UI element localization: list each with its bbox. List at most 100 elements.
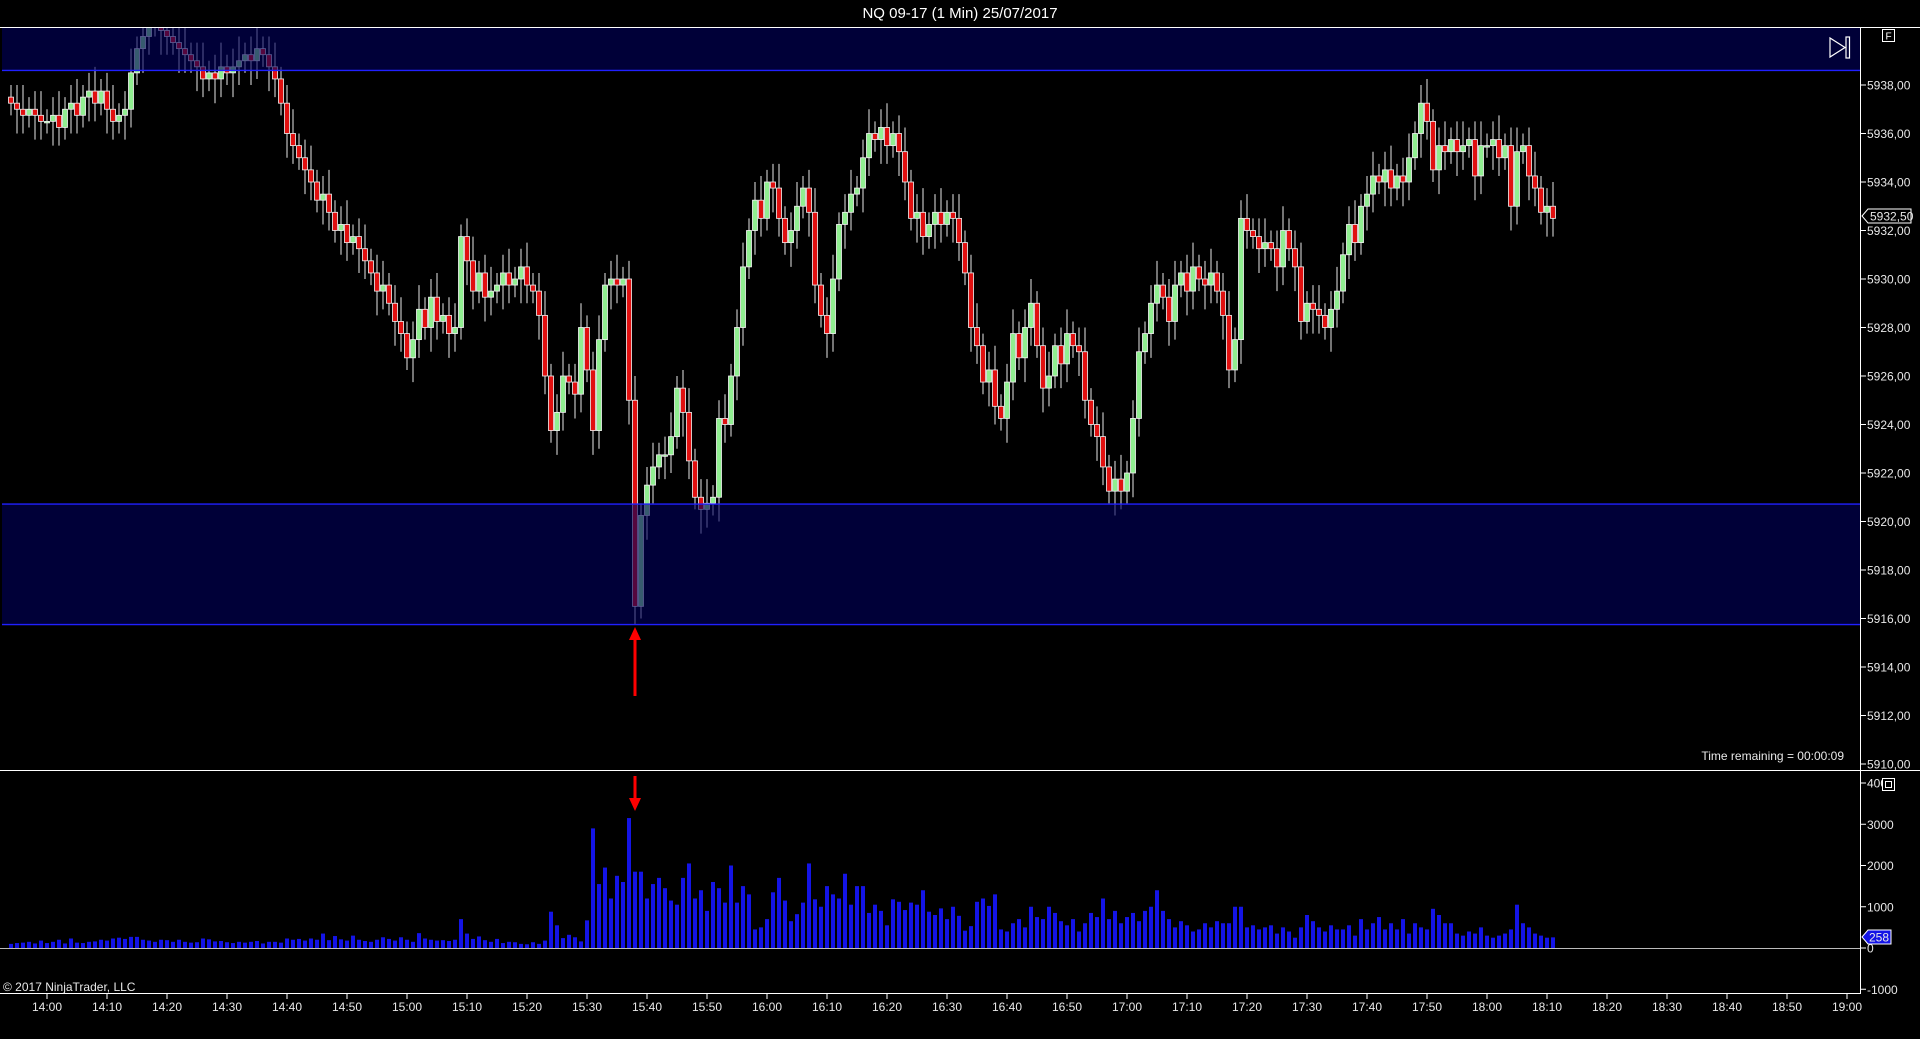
volume-bar: [453, 939, 457, 948]
candle-body-up: [1064, 333, 1070, 365]
candle: [404, 321, 410, 370]
candle-body-down: [446, 314, 452, 334]
candle: [1064, 309, 1070, 383]
volume-bar: [753, 929, 757, 948]
volume-bar: [1185, 925, 1189, 948]
candle-body-down: [1268, 242, 1274, 250]
candle: [752, 182, 758, 255]
candle-body-down: [1526, 145, 1532, 177]
candle-body-up: [1448, 139, 1454, 153]
volume-bar: [495, 938, 499, 948]
volume-bar: [165, 940, 169, 948]
candle: [896, 115, 902, 176]
time-tick-label: 15:40: [632, 1000, 662, 1014]
time-tick-label: 18:20: [1592, 1000, 1622, 1014]
time-tick-label: 16:00: [752, 1000, 782, 1014]
volume-bar: [171, 941, 175, 948]
candle-body-down: [32, 108, 38, 116]
candle: [1388, 145, 1394, 207]
volume-bar: [1101, 898, 1105, 948]
volume-bar: [201, 938, 205, 948]
candle: [902, 127, 908, 201]
candle: [1310, 285, 1316, 334]
volume-bar: [1365, 929, 1369, 948]
candle-body-down: [56, 114, 62, 128]
chart-canvas[interactable]: 5938,00 5936,00 5934,00 5932,00 5930,00 5928,…: [0, 0, 1920, 1039]
candle-body-down: [1076, 345, 1082, 353]
candle-body-down: [434, 296, 440, 322]
volume-bar: [1311, 921, 1315, 948]
candle: [662, 436, 668, 480]
candle-body-up: [734, 327, 740, 377]
candle-body-up: [926, 224, 932, 237]
volume-bar: [1509, 929, 1513, 948]
candle-body-up: [1130, 418, 1136, 474]
volume-bar: [129, 936, 133, 948]
candle-body-down: [362, 248, 368, 262]
candle: [92, 66, 98, 122]
candle: [674, 376, 680, 449]
volume-bar: [501, 943, 505, 948]
volume-bar: [813, 899, 817, 948]
candle-body-up: [848, 193, 854, 213]
volume-bar: [783, 900, 787, 948]
candle-body-down: [590, 369, 596, 431]
volume-bar: [243, 942, 247, 948]
candle: [842, 194, 848, 249]
volume-bar: [597, 884, 601, 948]
volume-bar: [105, 940, 109, 948]
candle: [1130, 400, 1136, 498]
candle: [524, 242, 530, 304]
volume-bar: [939, 908, 943, 948]
candle-body-down: [998, 405, 1004, 419]
volume-bar: [525, 944, 529, 948]
candle-body-down: [1094, 424, 1100, 438]
volume-bar: [1437, 915, 1441, 948]
candle: [1400, 157, 1406, 207]
volume-bar: [789, 921, 793, 948]
candle-body-down: [770, 181, 776, 189]
volume-bar: [1347, 925, 1351, 948]
f-box-icon[interactable]: F: [1882, 29, 1895, 43]
volume-bar: [315, 939, 319, 948]
candle: [1466, 127, 1472, 158]
volume-bar: [321, 933, 325, 948]
time-tick-label: 14:00: [32, 1000, 62, 1014]
time-tick-label: 17:10: [1172, 1000, 1202, 1014]
candle-body-down: [290, 133, 296, 147]
volume-bar: [69, 938, 73, 948]
volume-bar: [93, 941, 97, 948]
volume-bar: [891, 899, 895, 948]
candle: [38, 91, 44, 140]
candle-body-up: [1418, 102, 1424, 134]
candle-body-down: [404, 333, 410, 359]
candle: [1430, 109, 1436, 182]
volume-bar: [1491, 937, 1495, 948]
candle: [446, 297, 452, 358]
candle-body-up: [1112, 478, 1118, 492]
candle-body-up: [518, 266, 524, 280]
candle: [872, 121, 878, 152]
candle: [656, 442, 662, 480]
volume-bar: [1209, 927, 1213, 948]
candle: [1022, 309, 1028, 383]
candle-body-down: [896, 133, 902, 153]
volume-bar: [231, 943, 235, 948]
candle: [1292, 230, 1298, 292]
panel-box-icon[interactable]: [1882, 778, 1895, 791]
candle: [830, 254, 836, 352]
volume-bar: [1287, 931, 1291, 948]
candle: [374, 254, 380, 316]
volume-bar: [627, 818, 631, 948]
candle: [1100, 412, 1106, 486]
volume-bar: [621, 882, 625, 948]
candle-body-up: [128, 72, 134, 110]
candle-body-down: [344, 224, 350, 244]
candle: [1550, 182, 1556, 237]
volume-bar: [837, 898, 841, 948]
candle: [590, 351, 596, 455]
volume-bar: [1551, 937, 1555, 948]
volume-bar: [1503, 933, 1507, 948]
candle-body-down: [1256, 236, 1262, 250]
volume-bar: [663, 888, 667, 948]
